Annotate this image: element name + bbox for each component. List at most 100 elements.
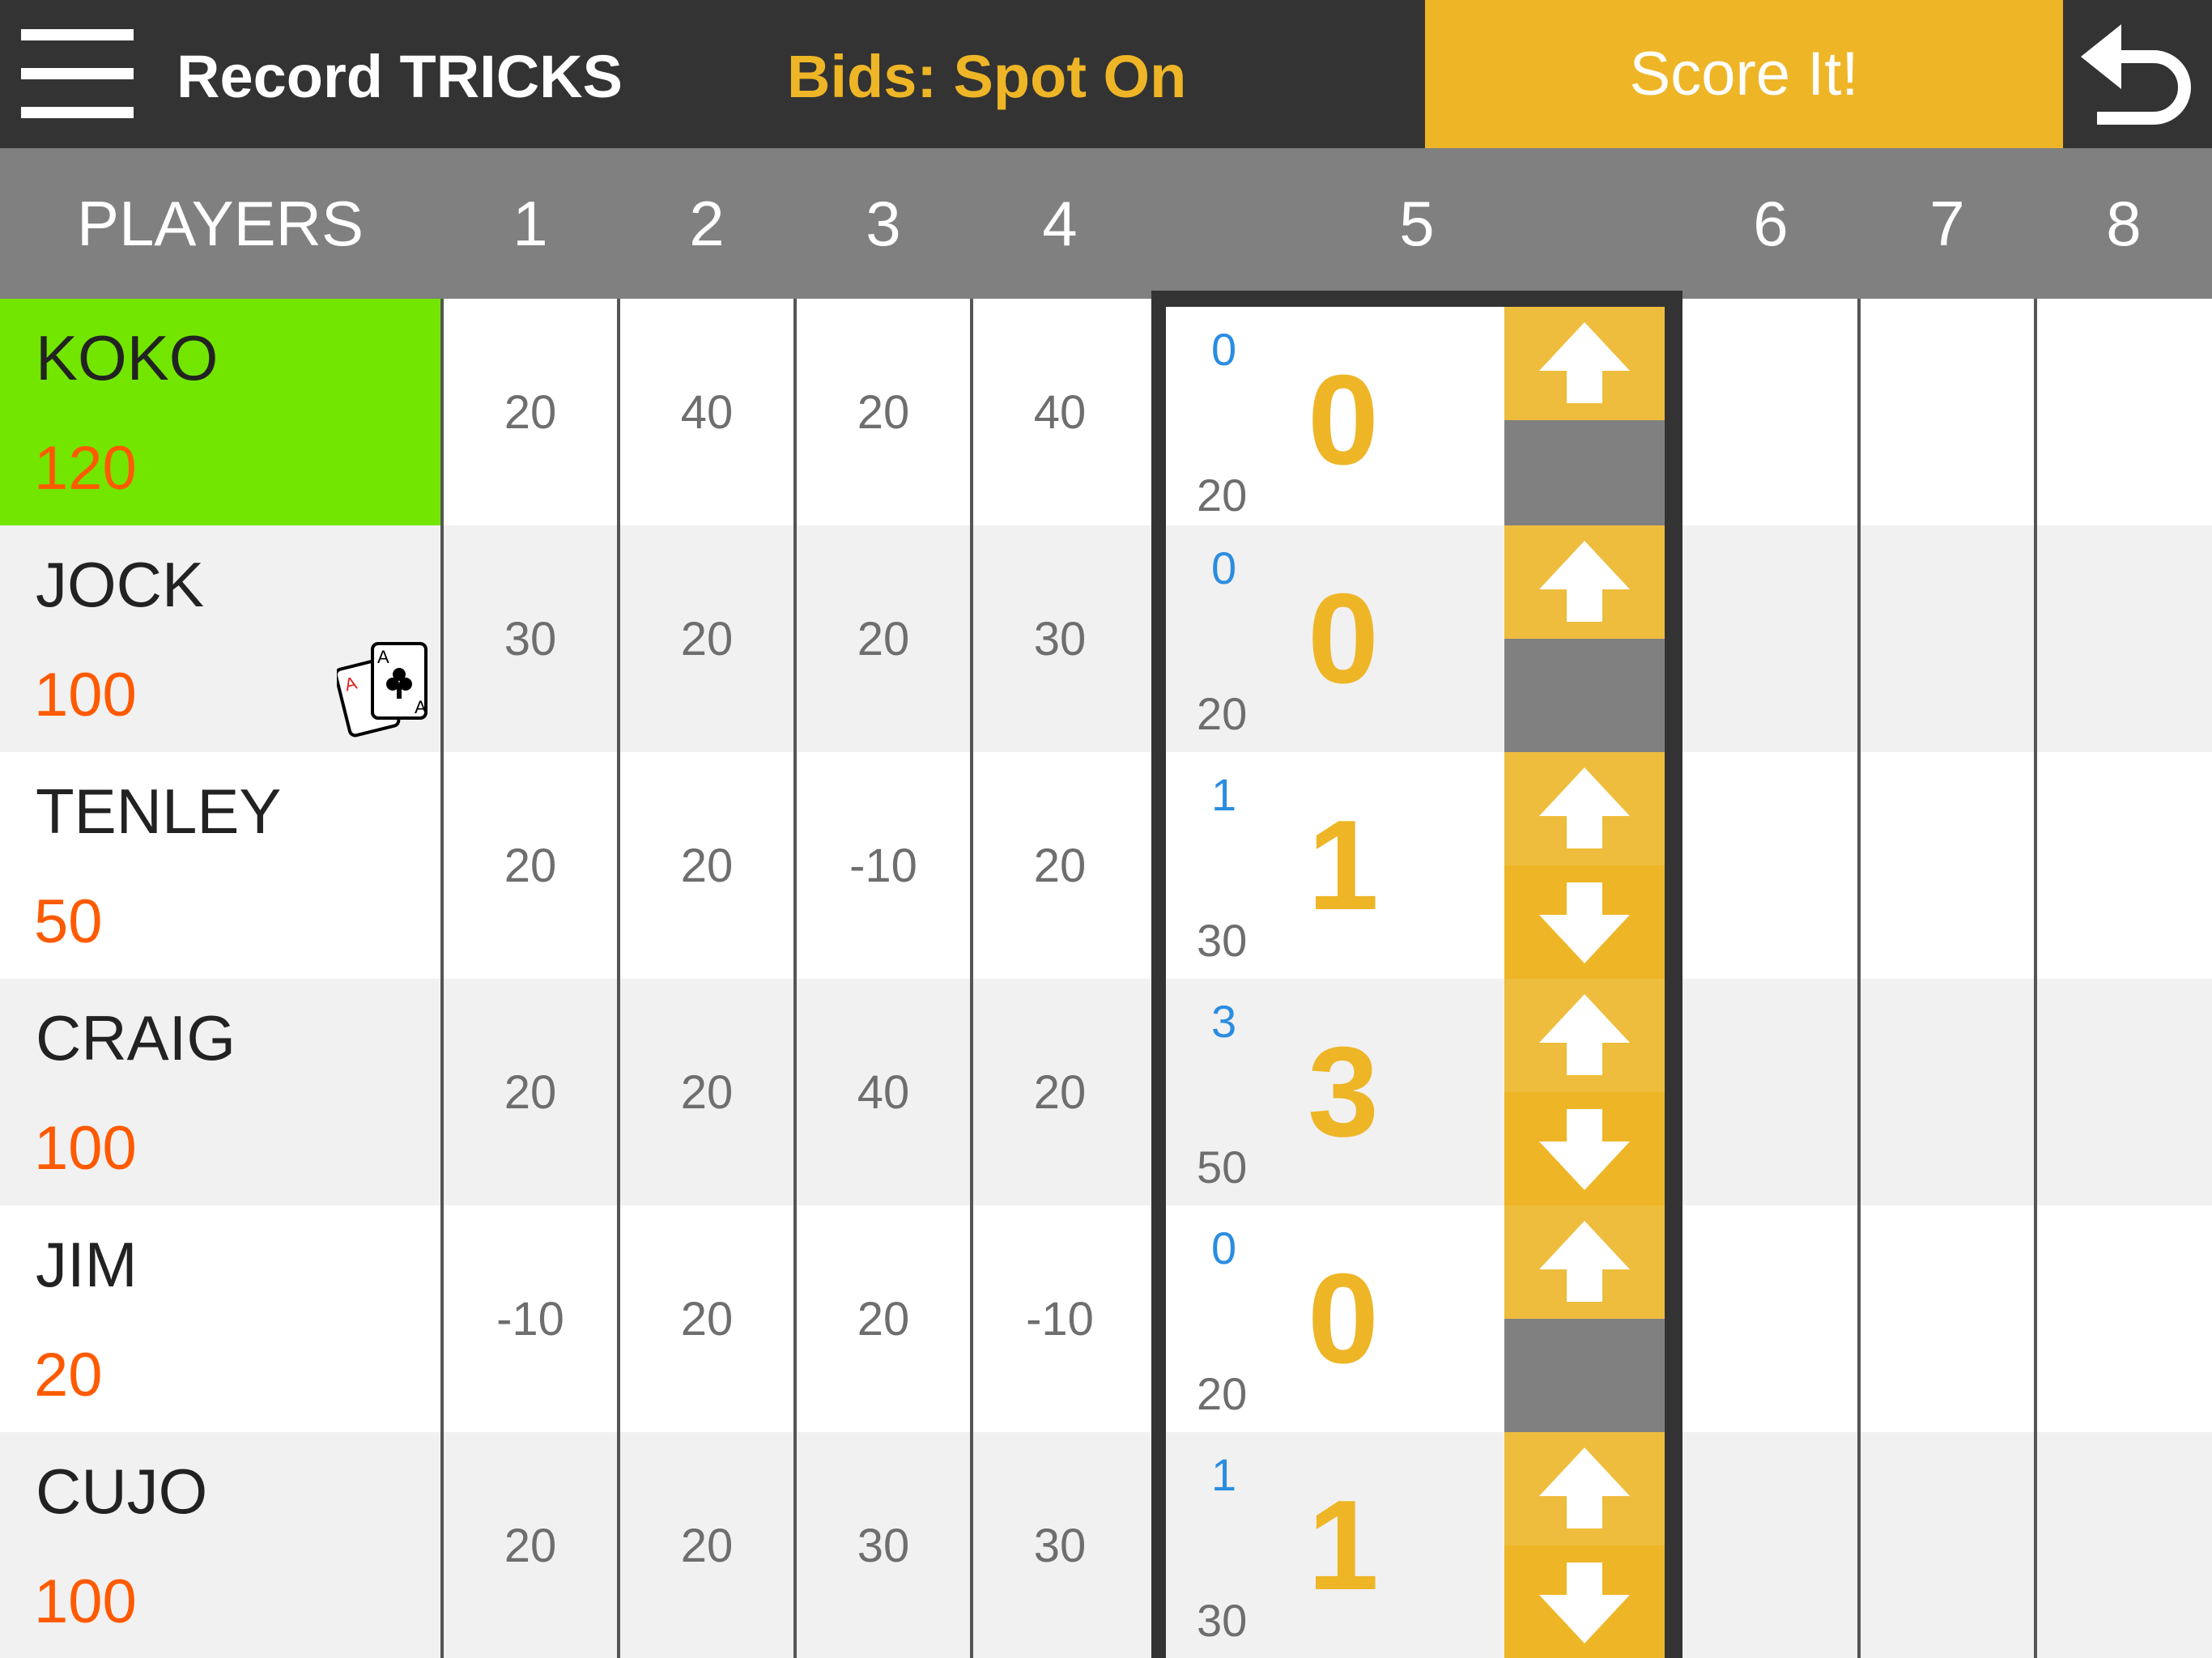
increase-tricks-button[interactable] (1504, 752, 1665, 865)
bid-value: 3 (1211, 996, 1237, 1047)
round-score: 20 (1033, 1065, 1087, 1119)
player-name: KOKO (36, 322, 219, 393)
decrease-tricks-button[interactable] (1504, 1092, 1665, 1205)
bid-value: 0 (1211, 1222, 1237, 1273)
tricks-entry-cell: 1 1 30 (1166, 752, 1670, 979)
increase-tricks-button[interactable] (1504, 1432, 1665, 1545)
player-total: 100 (34, 661, 137, 729)
round-score: 40 (1033, 385, 1087, 439)
player-row: TENLEY 50 20 20 -10 20 (0, 752, 2212, 979)
round-header-1: 1 (513, 187, 548, 259)
round-points: 50 (1197, 1141, 1248, 1192)
round-score: -10 (849, 839, 917, 892)
players-column-header: PLAYERS (76, 187, 364, 259)
dealer-cards-icon: A A A (337, 642, 428, 738)
player-total: 20 (34, 1341, 103, 1409)
player-row: CUJO 100 20 20 30 30 (0, 1432, 2212, 1658)
player-row: JOCK 100 A A A 30 20 20 30 (0, 525, 2212, 752)
decrease-tricks-button[interactable] (1504, 1545, 1665, 1658)
player-cell[interactable]: CRAIG 100 (0, 979, 440, 1205)
increase-tricks-button[interactable] (1504, 1205, 1665, 1319)
round-score: 20 (680, 839, 734, 892)
round-score: 40 (857, 1065, 910, 1119)
player-cell[interactable]: JIM 20 (0, 1205, 440, 1432)
tricks-entry-cell: 0 0 20 (1166, 1205, 1670, 1432)
arrow-up-icon (1539, 1221, 1630, 1302)
tricks-value: 0 (1308, 568, 1379, 710)
arrow-down-icon (1539, 1109, 1630, 1190)
top-bar: Record TRICKS Bids: Spot On Score It! (0, 0, 2212, 148)
player-total: 100 (34, 1114, 137, 1183)
player-name: CUJO (36, 1456, 208, 1527)
grid-line (970, 299, 973, 1658)
round-score: 20 (680, 1519, 734, 1572)
round-points: 20 (1197, 470, 1248, 521)
round-header-6: 6 (1753, 187, 1789, 259)
player-name: CRAIG (36, 1002, 236, 1073)
bid-value: 1 (1211, 1449, 1237, 1500)
tricks-entry-cell: 0 0 20 (1166, 307, 1670, 534)
undo-arrow-icon (2081, 23, 2191, 125)
round-score: 20 (504, 1065, 557, 1119)
round-header-2: 2 (689, 187, 725, 259)
round-score: 20 (504, 839, 557, 892)
round-score: 20 (857, 1292, 910, 1346)
round-score: 20 (857, 385, 910, 439)
decrease-tricks-button[interactable] (1504, 865, 1665, 979)
decrease-tricks-button-disabled (1504, 1319, 1665, 1432)
round-header-7: 7 (1929, 187, 1965, 259)
round-score: 40 (680, 385, 734, 439)
player-name: JIM (36, 1229, 138, 1300)
score-it-button[interactable]: Score It! (1425, 0, 2063, 148)
grid-line (793, 299, 797, 1658)
round-points: 30 (1197, 915, 1248, 966)
increase-tricks-button[interactable] (1504, 525, 1665, 639)
grid-line (440, 299, 444, 1658)
screen-title: Record TRICKS (177, 43, 623, 110)
round-score: 20 (680, 1292, 734, 1346)
bids-status: Bids: Spot On (787, 43, 1187, 110)
player-total: 100 (34, 1567, 137, 1636)
undo-button[interactable] (2063, 0, 2212, 148)
round-score: -10 (496, 1292, 564, 1346)
tricks-entry-cell: 0 0 20 (1166, 525, 1670, 752)
arrow-up-icon (1539, 1448, 1630, 1528)
card-letter: A (377, 647, 389, 667)
increase-tricks-button[interactable] (1504, 979, 1665, 1092)
arrow-up-icon (1539, 767, 1630, 848)
arrow-up-icon (1539, 994, 1630, 1075)
round-score: 20 (857, 612, 910, 665)
tricks-value: 0 (1308, 1248, 1379, 1390)
rounds-header: PLAYERS 1 2 3 4 5 6 7 8 (0, 148, 2212, 299)
menu-line (21, 68, 134, 79)
round-score: -10 (1026, 1292, 1094, 1346)
round-points: 30 (1197, 1595, 1248, 1646)
decrease-tricks-button-disabled (1504, 639, 1665, 752)
player-name: TENLEY (36, 776, 282, 847)
player-cell[interactable]: JOCK 100 A A A (0, 525, 440, 752)
round-score: 20 (504, 1519, 557, 1572)
round-score: 30 (857, 1519, 910, 1572)
bid-value: 0 (1211, 324, 1237, 375)
player-cell[interactable]: CUJO 100 (0, 1432, 440, 1658)
round-score: 20 (680, 612, 734, 665)
player-total: 50 (34, 887, 103, 956)
bid-value: 0 (1211, 542, 1237, 593)
round-points: 20 (1197, 688, 1248, 739)
card-letter: A (415, 697, 427, 717)
player-total: 120 (34, 434, 137, 503)
menu-line (21, 29, 134, 40)
grid-line (617, 299, 620, 1658)
round-score: 20 (1033, 839, 1087, 892)
round-score: 30 (1033, 1519, 1087, 1572)
hamburger-menu-icon[interactable] (21, 29, 134, 120)
round-header-3: 3 (866, 187, 901, 259)
arrow-down-icon (1539, 1562, 1630, 1643)
round-score: 20 (504, 385, 557, 439)
round-header-8: 8 (2106, 187, 2142, 259)
decrease-tricks-button-disabled (1504, 420, 1665, 534)
increase-tricks-button[interactable] (1504, 307, 1665, 420)
player-cell[interactable]: TENLEY 50 (0, 752, 440, 979)
player-cell[interactable]: KOKO 120 (0, 299, 440, 525)
grid-line (1857, 299, 1861, 1658)
